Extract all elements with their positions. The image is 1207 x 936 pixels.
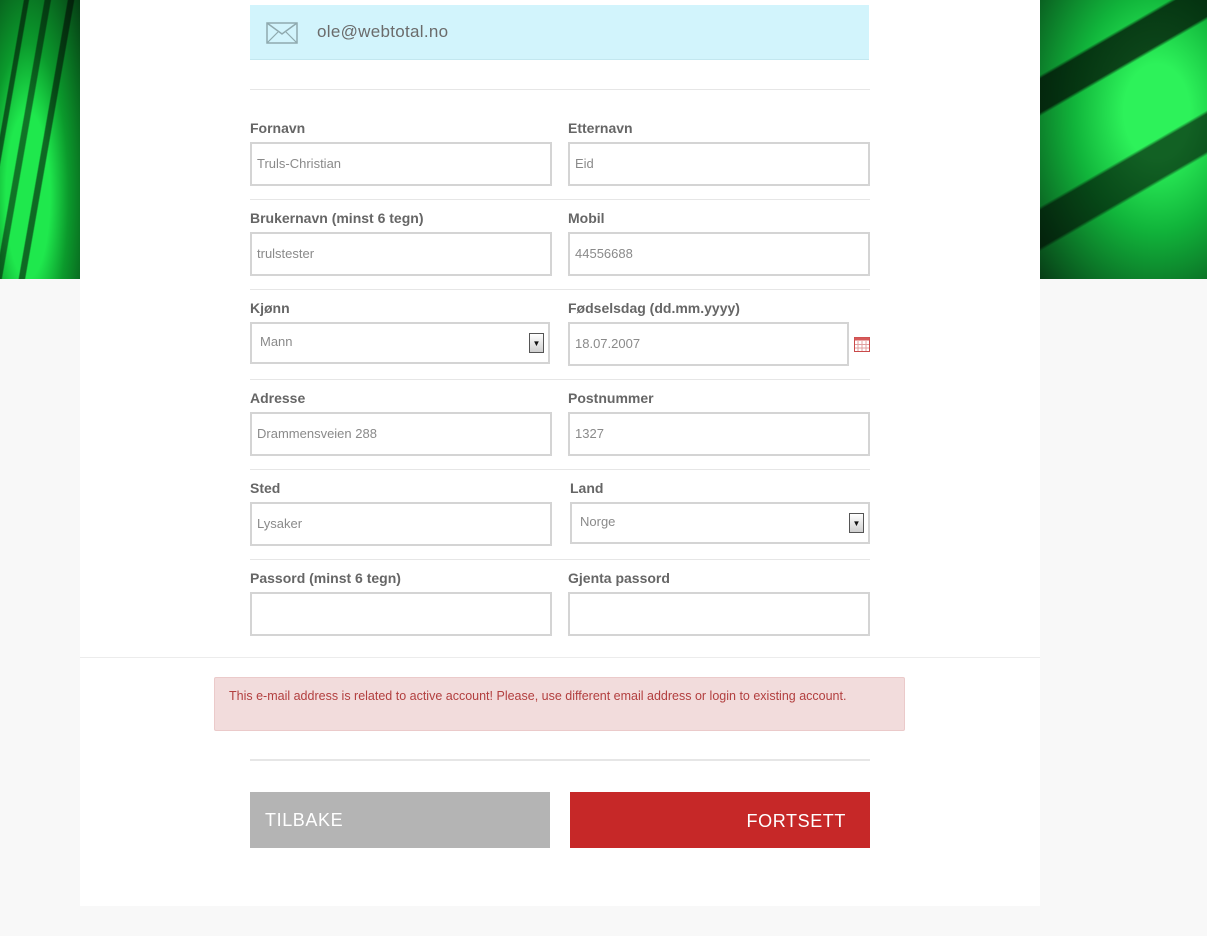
section-divider (80, 657, 1040, 658)
chevron-down-icon[interactable]: ▼ (849, 513, 864, 533)
kjonn-selected-value: Mann (260, 334, 293, 349)
passord-input[interactable] (250, 592, 552, 636)
adresse-input[interactable]: Drammensveien 288 (250, 412, 552, 456)
postnummer-label: Postnummer (568, 390, 654, 406)
sted-input[interactable]: Lysaker (250, 502, 552, 546)
divider (250, 469, 870, 470)
brukernavn-label: Brukernavn (minst 6 tegn) (250, 210, 424, 226)
background-photo-left (0, 0, 80, 279)
envelope-icon (266, 22, 298, 44)
background-photo-right (1040, 0, 1207, 279)
gjenta-passord-input[interactable] (568, 592, 870, 636)
calendar-icon[interactable] (854, 337, 870, 352)
email-display: ole@webtotal.no (250, 5, 869, 60)
adresse-label: Adresse (250, 390, 306, 406)
email-address: ole@webtotal.no (317, 22, 449, 41)
mobil-label: Mobil (568, 210, 605, 226)
divider (250, 379, 870, 380)
continue-button[interactable]: FORTSETT (570, 792, 870, 848)
divider (250, 199, 870, 200)
registration-card: ole@webtotal.no Fornavn Truls-Christian … (80, 0, 1040, 906)
fodselsdag-input[interactable]: 18.07.2007 (568, 322, 849, 366)
back-button[interactable]: TILBAKE (250, 792, 550, 848)
brukernavn-input[interactable]: trulstester (250, 232, 552, 276)
divider (250, 559, 870, 560)
divider (250, 759, 870, 761)
etternavn-label: Etternavn (568, 120, 633, 136)
error-alert: This e-mail address is related to active… (214, 677, 905, 731)
gjenta-passord-label: Gjenta passord (568, 570, 670, 586)
kjonn-label: Kjønn (250, 300, 290, 316)
error-message: This e-mail address is related to active… (229, 689, 847, 703)
postnummer-input[interactable]: 1327 (568, 412, 870, 456)
land-label: Land (570, 480, 604, 496)
divider (250, 289, 870, 290)
land-select[interactable]: Norge ▼ (570, 502, 870, 544)
fornavn-input[interactable]: Truls-Christian (250, 142, 552, 186)
sted-label: Sted (250, 480, 281, 496)
kjonn-select[interactable]: Mann ▼ (250, 322, 550, 364)
fodselsdag-label: Fødselsdag (dd.mm.yyyy) (568, 300, 740, 316)
divider (250, 89, 870, 90)
passord-label: Passord (minst 6 tegn) (250, 570, 401, 586)
fornavn-label: Fornavn (250, 120, 306, 136)
land-selected-value: Norge (580, 514, 616, 529)
mobil-input[interactable]: 44556688 (568, 232, 870, 276)
chevron-down-icon[interactable]: ▼ (529, 333, 544, 353)
etternavn-input[interactable]: Eid (568, 142, 870, 186)
